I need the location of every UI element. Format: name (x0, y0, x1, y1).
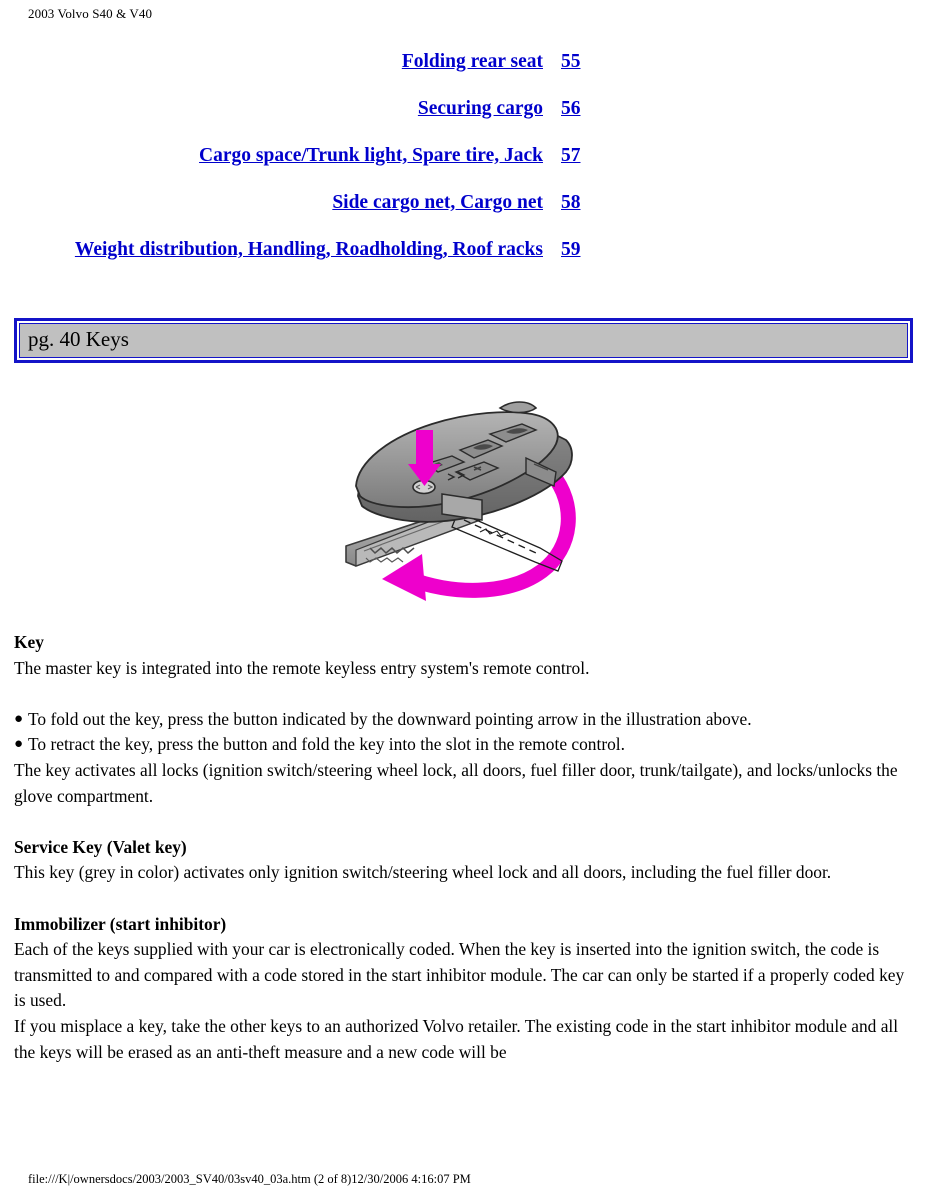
remote-control-body (355, 401, 573, 523)
toc-entry: Cargo space/Trunk light, Spare tire, Jac… (0, 146, 583, 193)
toc-entry: Side cargo net, Cargo net 58 (0, 193, 583, 240)
toc-entry: Weight distribution, Handling, Roadholdi… (0, 240, 583, 287)
toc-link-page[interactable]: 59 (561, 240, 583, 260)
paragraph-immobilizer-1: Each of the keys supplied with your car … (14, 939, 905, 1011)
toc-link-title[interactable]: Side cargo net, Cargo net (332, 193, 543, 213)
toc-link-page[interactable]: 56 (561, 99, 583, 119)
toc-link-title[interactable]: Folding rear seat (402, 52, 543, 72)
list-item-text: To fold out the key, press the button in… (28, 708, 752, 729)
list-item-text: To retract the key, press the button and… (28, 734, 625, 755)
key-illustration (330, 396, 600, 608)
paragraph-key-intro: The master key is integrated into the re… (14, 657, 590, 678)
heading-service-key: Service Key (Valet key) (14, 836, 187, 857)
section-title-bar: pg. 40 Keys (14, 318, 913, 364)
bullet-icon: ● (14, 710, 24, 727)
paragraph-service-key: This key (grey in color) activates only … (14, 862, 832, 883)
list-item: ● To fold out the key, press the button … (14, 707, 911, 733)
toc-entry: Securing cargo 56 (0, 99, 583, 146)
heading-immobilizer: Immobilizer (start inhibitor) (14, 913, 227, 934)
toc-link-title[interactable]: Securing cargo (418, 99, 543, 119)
heading-key: Key (14, 632, 44, 652)
toc-link-title[interactable]: Weight distribution, Handling, Roadholdi… (75, 240, 543, 260)
article-body: Key The master key is integrated into th… (14, 630, 911, 1065)
toc-link-page[interactable]: 58 (561, 193, 583, 213)
page-footer-path: file:///K|/ownersdocs/2003/2003_SV40/03s… (28, 1172, 471, 1186)
table-of-contents: Folding rear seat 55 Securing cargo 56 C… (0, 52, 583, 287)
paragraph-immobilizer-2: If you misplace a key, take the other ke… (14, 1015, 899, 1062)
flip-key-diagram (345, 401, 576, 601)
page-title: pg. 40 Keys (28, 327, 129, 351)
toc-link-page[interactable]: 55 (561, 52, 583, 72)
section-title-bar-inner: pg. 40 Keys (19, 323, 908, 359)
toc-link-title[interactable]: Cargo space/Trunk light, Spare tire, Jac… (199, 146, 543, 166)
running-header: 2003 Volvo S40 & V40 (28, 6, 153, 21)
toc-link-page[interactable]: 57 (561, 146, 583, 166)
list-item: ● To retract the key, press the button a… (14, 732, 911, 758)
toc-entry: Folding rear seat 55 (0, 52, 583, 99)
bullet-icon: ● (14, 736, 24, 753)
paragraph-key-locks: The key activates all locks (ignition sw… (14, 759, 898, 806)
